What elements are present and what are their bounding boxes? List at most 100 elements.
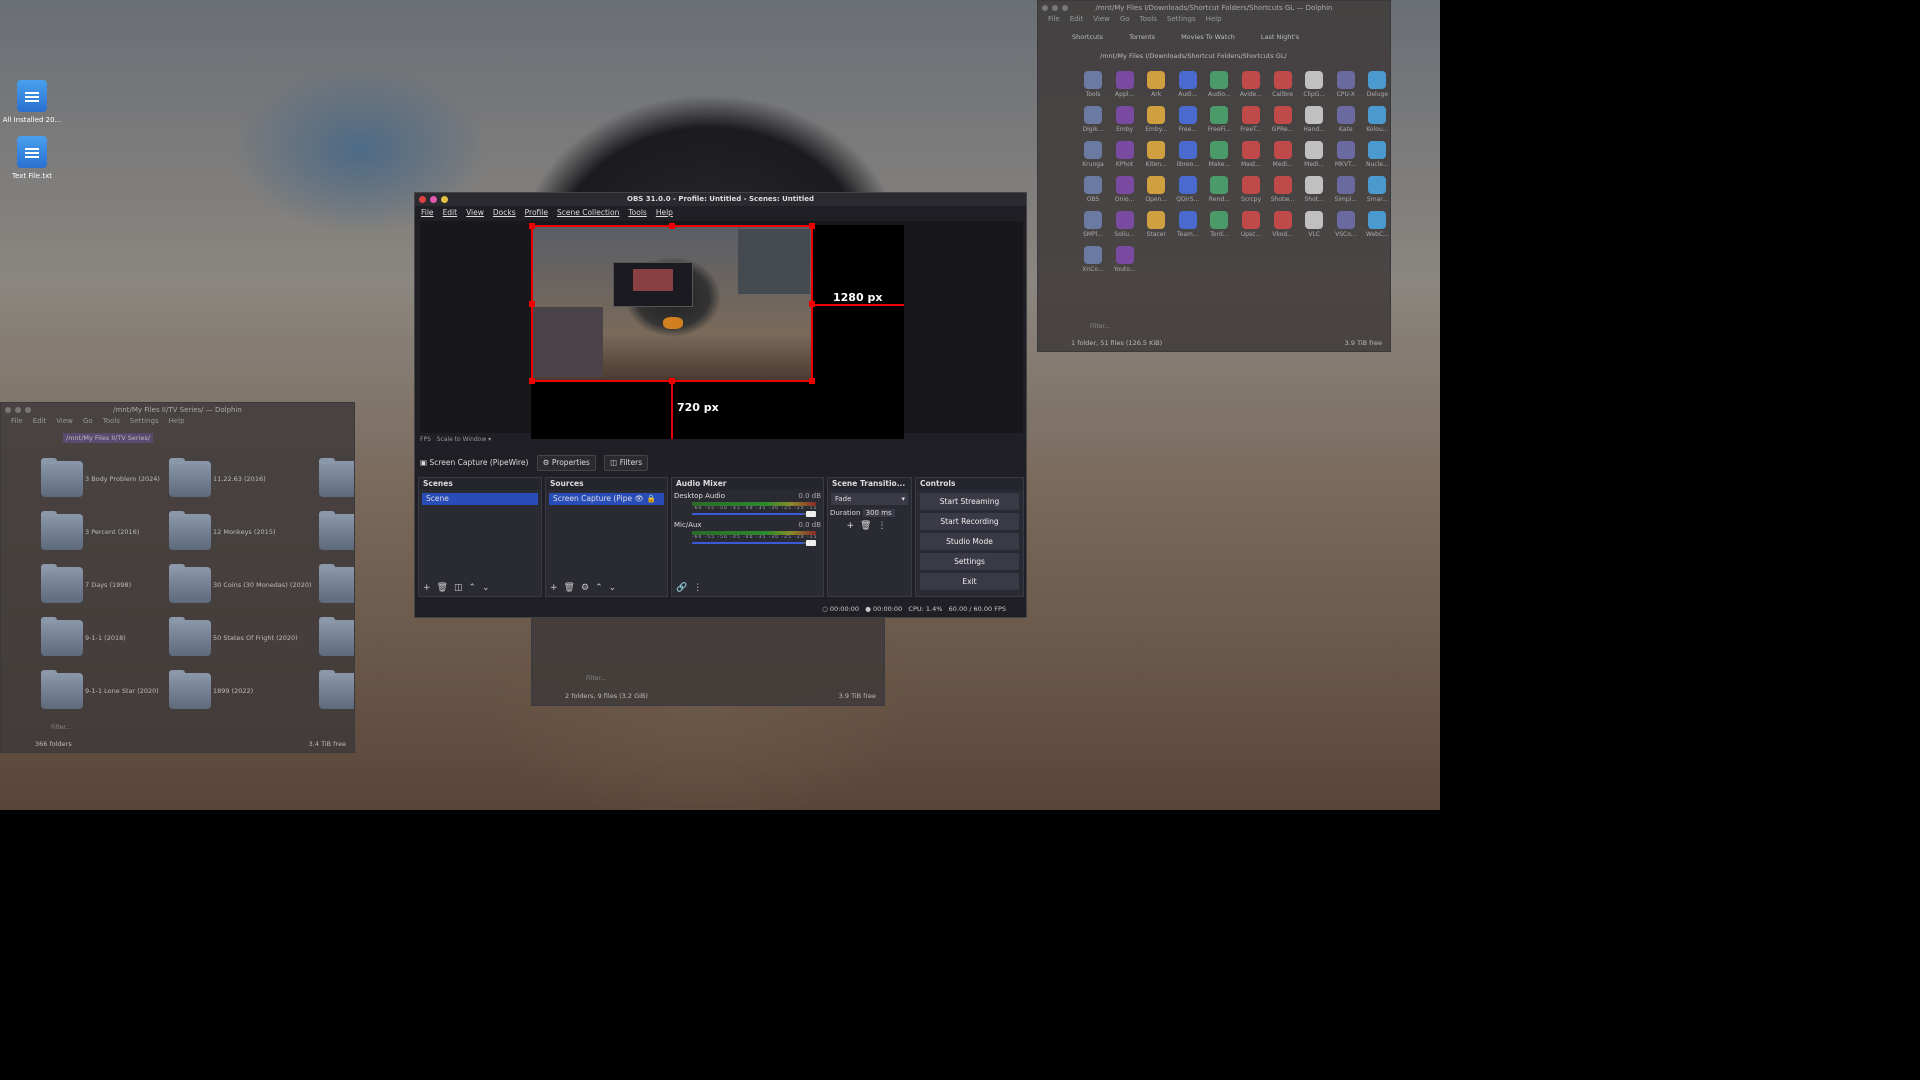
app-shortcut[interactable]: FreeT... <box>1236 106 1266 133</box>
volume-slider[interactable] <box>692 511 816 517</box>
minimize-icon[interactable] <box>430 196 437 203</box>
lock-icon[interactable]: 🔒 <box>646 494 655 503</box>
scene-item[interactable]: Scene <box>422 493 538 505</box>
app-shortcut[interactable]: Vkod... <box>1268 211 1298 238</box>
app-shortcut[interactable]: Hand... <box>1299 106 1329 133</box>
app-shortcut[interactable]: Scrcpy <box>1236 176 1266 203</box>
menu-item[interactable]: Settings <box>1167 15 1196 23</box>
duration-input[interactable]: 300 ms <box>862 509 895 517</box>
folder-icon[interactable] <box>41 670 83 709</box>
start-streaming-button[interactable]: Start Streaming <box>920 493 1019 510</box>
app-shortcut[interactable]: Make... <box>1204 141 1234 168</box>
app-shortcut[interactable]: Avide... <box>1236 71 1266 98</box>
app-shortcut[interactable]: Kate <box>1331 106 1361 133</box>
transition-select[interactable]: Fade ▾ <box>831 493 908 505</box>
menu-item[interactable]: View <box>466 208 484 217</box>
source-item[interactable]: Screen Capture (Pipe 👁 🔒 <box>549 493 664 505</box>
menu-item[interactable]: Help <box>656 208 673 217</box>
folder-icon[interactable] <box>169 564 211 603</box>
more-icon[interactable]: ⋮ <box>877 521 892 531</box>
app-shortcut[interactable]: Audi... <box>1173 71 1203 98</box>
minimize-icon[interactable] <box>15 407 21 413</box>
resize-handle[interactable] <box>529 223 535 229</box>
app-shortcut[interactable]: WebC... <box>1362 211 1390 238</box>
preview-area[interactable]: 1280 px 720 px <box>420 221 1023 439</box>
app-shortcut[interactable]: Shotw... <box>1268 176 1298 203</box>
folder-icon[interactable] <box>319 670 354 709</box>
menu-item[interactable]: Edit <box>1070 15 1084 23</box>
folder-icon[interactable] <box>169 511 211 550</box>
app-shortcut[interactable]: VSCo... <box>1331 211 1361 238</box>
app-shortcut[interactable]: Open... <box>1141 176 1171 203</box>
volume-slider[interactable] <box>692 540 816 546</box>
trash-icon[interactable]: 🗑 <box>860 521 877 531</box>
trash-icon[interactable]: 🗑 <box>437 583 454 593</box>
filter-input[interactable]: Filter... <box>51 724 71 731</box>
location-bar[interactable]: /mnt/My Files II/TV Series/ <box>63 433 153 443</box>
link-icon[interactable]: 🔗 <box>676 583 693 593</box>
menu-item[interactable]: Tools <box>628 208 646 217</box>
menu-item[interactable]: Profile <box>525 208 548 217</box>
menu-item[interactable]: File <box>11 417 23 425</box>
app-shortcut[interactable]: Emby... <box>1141 106 1171 133</box>
location-bar[interactable]: /mnt/My Files I/Downloads/Shortcut Folde… <box>1100 52 1287 60</box>
folder-icon[interactable] <box>319 617 354 656</box>
app-shortcut[interactable]: Tools <box>1078 71 1108 98</box>
app-shortcut[interactable]: Stacer <box>1141 211 1171 238</box>
app-shortcut[interactable]: Soliu... <box>1110 211 1140 238</box>
trash-icon[interactable]: 🗑 <box>564 583 581 593</box>
tab-item[interactable]: Movies To Watch <box>1181 33 1235 41</box>
eye-icon[interactable]: 👁 <box>635 494 645 503</box>
resize-handle[interactable] <box>529 378 535 384</box>
menu-item[interactable]: Go <box>1120 15 1130 23</box>
move-down-icon[interactable]: ⌄ <box>482 583 496 593</box>
folder-icon[interactable] <box>41 617 83 656</box>
resize-handle[interactable] <box>529 301 535 307</box>
app-shortcut[interactable]: Kiten... <box>1141 141 1171 168</box>
close-icon[interactable] <box>1042 5 1048 11</box>
app-shortcut[interactable]: Nucle... <box>1362 141 1390 168</box>
app-shortcut[interactable]: Upsc... <box>1236 211 1266 238</box>
app-shortcut[interactable]: MKVT... <box>1331 141 1361 168</box>
menu-item[interactable]: Go <box>83 417 93 425</box>
app-shortcut[interactable]: XnCo... <box>1078 246 1108 273</box>
add-icon[interactable]: + <box>847 521 861 531</box>
app-shortcut[interactable]: FreeFi... <box>1204 106 1234 133</box>
menu-item[interactable]: Edit <box>33 417 47 425</box>
scale-selector[interactable]: FPS Scale to Window ▾ <box>420 436 491 443</box>
folder-icon[interactable] <box>319 564 354 603</box>
menu-item[interactable]: File <box>1048 15 1060 23</box>
app-shortcut[interactable]: QDirS... <box>1173 176 1203 203</box>
folder-icon[interactable] <box>169 670 211 709</box>
app-shortcut[interactable]: Rend... <box>1204 176 1234 203</box>
app-shortcut[interactable]: Medi... <box>1268 141 1298 168</box>
app-shortcut[interactable]: Emby <box>1110 106 1140 133</box>
gear-icon[interactable]: ⚙ <box>581 583 595 593</box>
resize-handle[interactable] <box>669 223 675 229</box>
app-shortcut[interactable]: Appl... <box>1110 71 1140 98</box>
menu-item[interactable]: Tools <box>1140 15 1157 23</box>
studio-mode-button[interactable]: Studio Mode <box>920 533 1019 550</box>
app-shortcut[interactable]: Shot... <box>1299 176 1329 203</box>
folder-icon[interactable] <box>319 458 354 497</box>
menu-item[interactable]: Edit <box>443 208 458 217</box>
app-shortcut[interactable]: Kolou... <box>1362 106 1390 133</box>
app-shortcut[interactable]: Mast... <box>1236 141 1266 168</box>
add-icon[interactable]: + <box>423 583 437 593</box>
app-shortcut[interactable]: Smar... <box>1362 176 1390 203</box>
filter-icon[interactable]: ◫ <box>454 583 469 593</box>
exit-button[interactable]: Exit <box>920 573 1019 590</box>
app-shortcut[interactable]: SMPl... <box>1078 211 1108 238</box>
filter-input[interactable]: Filter... <box>586 675 606 682</box>
menu-item[interactable]: Settings <box>130 417 159 425</box>
more-icon[interactable]: ⋮ <box>693 583 708 593</box>
app-shortcut[interactable]: ClipG... <box>1299 71 1329 98</box>
app-shortcut[interactable]: Onio... <box>1110 176 1140 203</box>
app-shortcut[interactable]: GPRe... <box>1268 106 1298 133</box>
menu-item[interactable]: View <box>1093 15 1110 23</box>
resize-handle[interactable] <box>809 378 815 384</box>
app-shortcut[interactable]: Free... <box>1173 106 1203 133</box>
app-shortcut[interactable]: Tord... <box>1204 211 1234 238</box>
settings-button[interactable]: Settings <box>920 553 1019 570</box>
folder-icon[interactable] <box>41 564 83 603</box>
